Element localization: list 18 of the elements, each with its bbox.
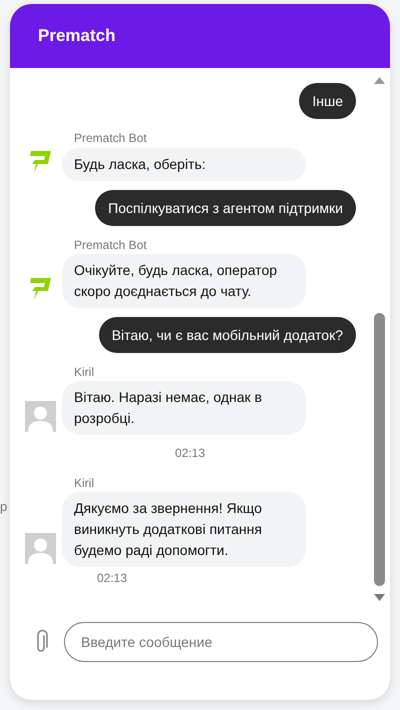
- message-bubble: Вітаю. Наразі немає, однак в розробці.: [62, 381, 306, 435]
- avatar-icon: [25, 401, 56, 432]
- sender-name: Prematch Bot: [74, 131, 147, 145]
- message-bubble: Вітаю, чи є вас мобільний додаток?: [98, 317, 356, 353]
- sender-name: Prematch Bot: [74, 238, 147, 252]
- sender-name: Kiril: [74, 476, 94, 490]
- message-bubble: Очікуйте, будь ласка, оператор скоро доєднається до чату.: [62, 254, 306, 308]
- chat-title: Prematch: [38, 26, 116, 46]
- avatar-icon: [25, 533, 56, 564]
- message-bubble: Будь ласка, оберіть:: [62, 148, 306, 181]
- message-bubble: Інше: [299, 83, 356, 119]
- timestamp: 02:13: [174, 446, 206, 460]
- message-bubble: Поспілкуватися з агентом підтримки: [95, 190, 356, 226]
- message-input[interactable]: Введите сообщение: [64, 622, 378, 662]
- sender-name: Kiril: [74, 365, 94, 379]
- background-text: р: [0, 499, 8, 514]
- message-bubble: Дякуємо за звернення! Якщо виникнуть додаткові питання будемо раді допомогти.: [62, 492, 306, 567]
- message-time: 02:13: [97, 571, 128, 585]
